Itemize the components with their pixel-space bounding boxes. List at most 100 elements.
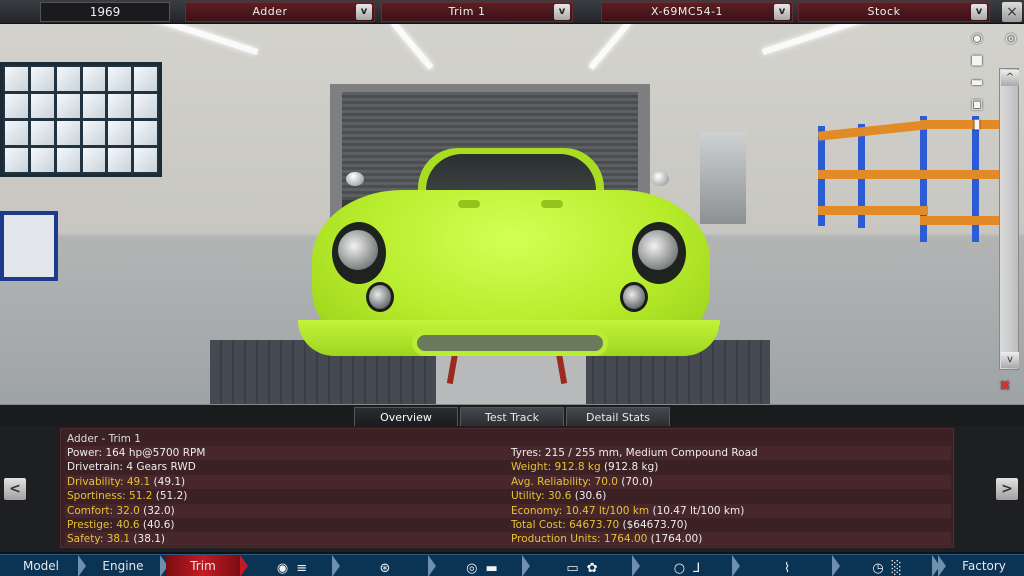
nav-steering-wheel[interactable]: ○ ⅃: [640, 555, 734, 576]
garage-window: [0, 62, 162, 177]
nav-separator: [832, 555, 840, 576]
gearbox-icon: ≡: [296, 561, 308, 576]
stat-label: Sportiness:: [67, 490, 130, 503]
stat-reference-value: ($64673.70): [619, 519, 688, 531]
year-display[interactable]: 1969: [40, 2, 170, 22]
engine-dropdown-button[interactable]: v: [774, 4, 790, 20]
stat-reference-value: (912.8 kg): [600, 461, 659, 474]
engine-dropdown[interactable]: X-69MC54-1 v: [601, 2, 793, 22]
stat-reference-value: (30.6): [571, 490, 607, 503]
nav-car-body[interactable]: ▭ ✿: [530, 555, 634, 576]
shelf-beam: [920, 216, 1000, 225]
stat-value: 64673.70: [569, 519, 620, 531]
top-bar: 1969 Adder v Trim 1 v X-69MC54-1 v Stock…: [0, 0, 1024, 24]
nav-separator: [332, 555, 340, 576]
stat-row: Prestige: 40.6 (40.6): [65, 518, 507, 532]
stat-label: Utility:: [511, 490, 548, 503]
stat-row: Total Cost: 64673.70 ($64673.70): [507, 518, 951, 532]
stat-value: 40.6: [116, 519, 140, 531]
stat-value: 30.6: [548, 490, 572, 503]
stat-label: Power:: [67, 447, 106, 459]
tab-test-track[interactable]: Test Track: [460, 407, 564, 427]
car-front-view-icon[interactable]: ▬: [966, 74, 988, 92]
stat-value: 70.0: [594, 475, 618, 488]
nav-separator: [78, 555, 86, 576]
stat-row: Utility: 30.6 (30.6): [507, 489, 951, 503]
stat-reference-value: (10.47 lt/100 km): [649, 504, 745, 517]
body-icon: ▬: [485, 561, 498, 576]
stat-row: Drivability: 49.1 (49.1): [65, 474, 507, 489]
prev-button[interactable]: <: [4, 478, 26, 500]
stat-reference-value: (70.0): [617, 475, 653, 488]
car-side-view-icon[interactable]: ■: [966, 52, 988, 70]
close-button[interactable]: ×: [1002, 2, 1022, 22]
speedometer-icon: ◷: [872, 561, 884, 576]
stat-reference-value: (40.6): [139, 519, 175, 531]
stat-label: Economy:: [511, 504, 566, 517]
car-viewport[interactable]: [0, 24, 1024, 404]
shelf-beam: [920, 170, 1000, 179]
stat-label: Total Cost:: [511, 519, 570, 531]
stat-value: 51.2: [129, 490, 153, 503]
stat-value: 1764.00: [603, 533, 648, 546]
nav-wheels[interactable]: ⊛: [340, 555, 430, 576]
variant-dropdown-button[interactable]: v: [971, 4, 987, 20]
nav-spring[interactable]: ⌇: [740, 555, 834, 576]
hood-vent: [541, 200, 563, 208]
ceiling-light: [761, 24, 869, 55]
scroll-down-button[interactable]: v: [1001, 352, 1019, 368]
nav-chassis[interactable]: ◉ ≡: [250, 555, 334, 576]
variant-dropdown-label: Stock: [867, 5, 901, 18]
tab-detail-stats[interactable]: Detail Stats: [566, 407, 670, 427]
stat-row: Tyres: 215 / 255 mm, Medium Compound Roa…: [507, 446, 951, 460]
tab-overview[interactable]: Overview: [354, 407, 458, 427]
trim-dropdown-button[interactable]: v: [554, 4, 570, 20]
shelf-beam: [818, 206, 928, 215]
scroll-up-button[interactable]: ^: [1001, 70, 1019, 86]
nav-speedometer[interactable]: ◷ ░: [840, 555, 934, 576]
nav-separator: [240, 555, 248, 576]
eye-icon[interactable]: ◎: [1000, 30, 1022, 48]
stat-value: 164 hp@5700 RPM: [105, 447, 206, 459]
stat-reference-value: (38.1): [130, 533, 166, 546]
camera-icon[interactable]: ◉: [966, 30, 988, 48]
stat-row: Drivetrain: 4 Gears RWD: [65, 460, 507, 474]
nav-trim[interactable]: Trim: [166, 555, 240, 576]
ceiling-light: [151, 24, 259, 55]
tool-cabinet: [0, 211, 58, 281]
nav-factory[interactable]: Factory: [948, 555, 1020, 576]
engine-dropdown-label: X-69MC54-1: [650, 5, 724, 18]
car-rear-view-icon[interactable]: ▮: [966, 116, 988, 134]
suspension-icon: ◎: [466, 561, 478, 576]
stat-label: Tyres:: [511, 447, 545, 459]
steering-wheel-icon: ○: [673, 561, 686, 576]
wheels-icon: ⊛: [379, 561, 391, 576]
nav-engine[interactable]: Engine: [88, 555, 158, 576]
nav-separator: [632, 555, 640, 576]
nav-separator: [428, 555, 436, 576]
stats-title: Adder - Trim 1: [67, 433, 141, 445]
model-dropdown[interactable]: Adder v: [185, 2, 375, 22]
chassis-icon: ◉: [276, 561, 289, 576]
nav-separator: [938, 555, 946, 576]
stat-label: Avg. Reliability:: [511, 475, 595, 488]
next-button[interactable]: >: [996, 478, 1018, 500]
stat-label: Drivetrain:: [67, 461, 127, 474]
car-grille: [412, 330, 608, 356]
stat-row: Economy: 10.47 lt/100 km (10.47 lt/100 k…: [507, 503, 951, 518]
stat-value: 912.8 kg: [554, 461, 601, 474]
shelf-beam: [818, 170, 928, 179]
model-dropdown-label: Adder: [252, 5, 288, 18]
stat-reference-value: (49.1): [150, 475, 186, 488]
variant-dropdown[interactable]: Stock v: [798, 2, 990, 22]
car-top-view-icon[interactable]: ▣: [966, 96, 988, 114]
side-mirror: [651, 172, 669, 186]
nav-model[interactable]: Model: [6, 555, 76, 576]
fan-icon: ✿: [586, 561, 598, 576]
trim-dropdown[interactable]: Trim 1 v: [381, 2, 573, 22]
model-dropdown-button[interactable]: v: [356, 4, 372, 20]
view-scrollbar[interactable]: ^ v: [999, 68, 1019, 370]
stat-label: Comfort:: [67, 504, 117, 517]
car-door-open-icon[interactable]: ✖: [994, 378, 1016, 396]
nav-suspension[interactable]: ◎ ▬: [440, 555, 524, 576]
